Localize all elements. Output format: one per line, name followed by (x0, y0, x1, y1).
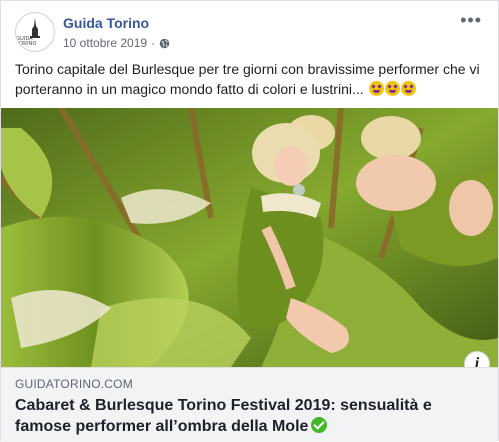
star-struck-emoji-icon (368, 81, 384, 96)
post-header: GUIDA TORINO Guida Torino 10 ottobre 201… (15, 11, 488, 56)
page-avatar[interactable]: GUIDA TORINO (15, 12, 55, 52)
link-preview[interactable]: GUIDATORINO.COM Cabaret & Burlesque Tori… (1, 367, 498, 442)
more-options-button[interactable]: ••• (460, 11, 482, 29)
globe-icon[interactable] (159, 38, 170, 49)
meta-separator: · (151, 36, 156, 50)
page-name-link[interactable]: Guida Torino (63, 15, 149, 31)
link-domain: GUIDATORINO.COM (15, 377, 133, 391)
post-meta: 10 ottobre 2019 · (63, 36, 170, 50)
avatar-logo-text: GUIDA TORINO (16, 36, 37, 47)
link-title-block[interactable]: Cabaret & Burlesque Torino Festival 2019… (15, 395, 455, 437)
burlesque-performer-photo (1, 108, 498, 367)
link-title[interactable]: Cabaret & Burlesque Torino Festival 2019… (15, 397, 432, 435)
star-struck-emoji-icon (384, 81, 400, 96)
post-text: Torino capitale del Burlesque per tre gi… (15, 59, 485, 99)
star-struck-emoji-icon (400, 81, 416, 96)
green-check-icon (311, 417, 328, 433)
facebook-post-card: GUIDA TORINO Guida Torino 10 ottobre 201… (0, 0, 499, 442)
post-date[interactable]: 10 ottobre 2019 (63, 36, 147, 50)
post-photo[interactable] (1, 108, 498, 367)
